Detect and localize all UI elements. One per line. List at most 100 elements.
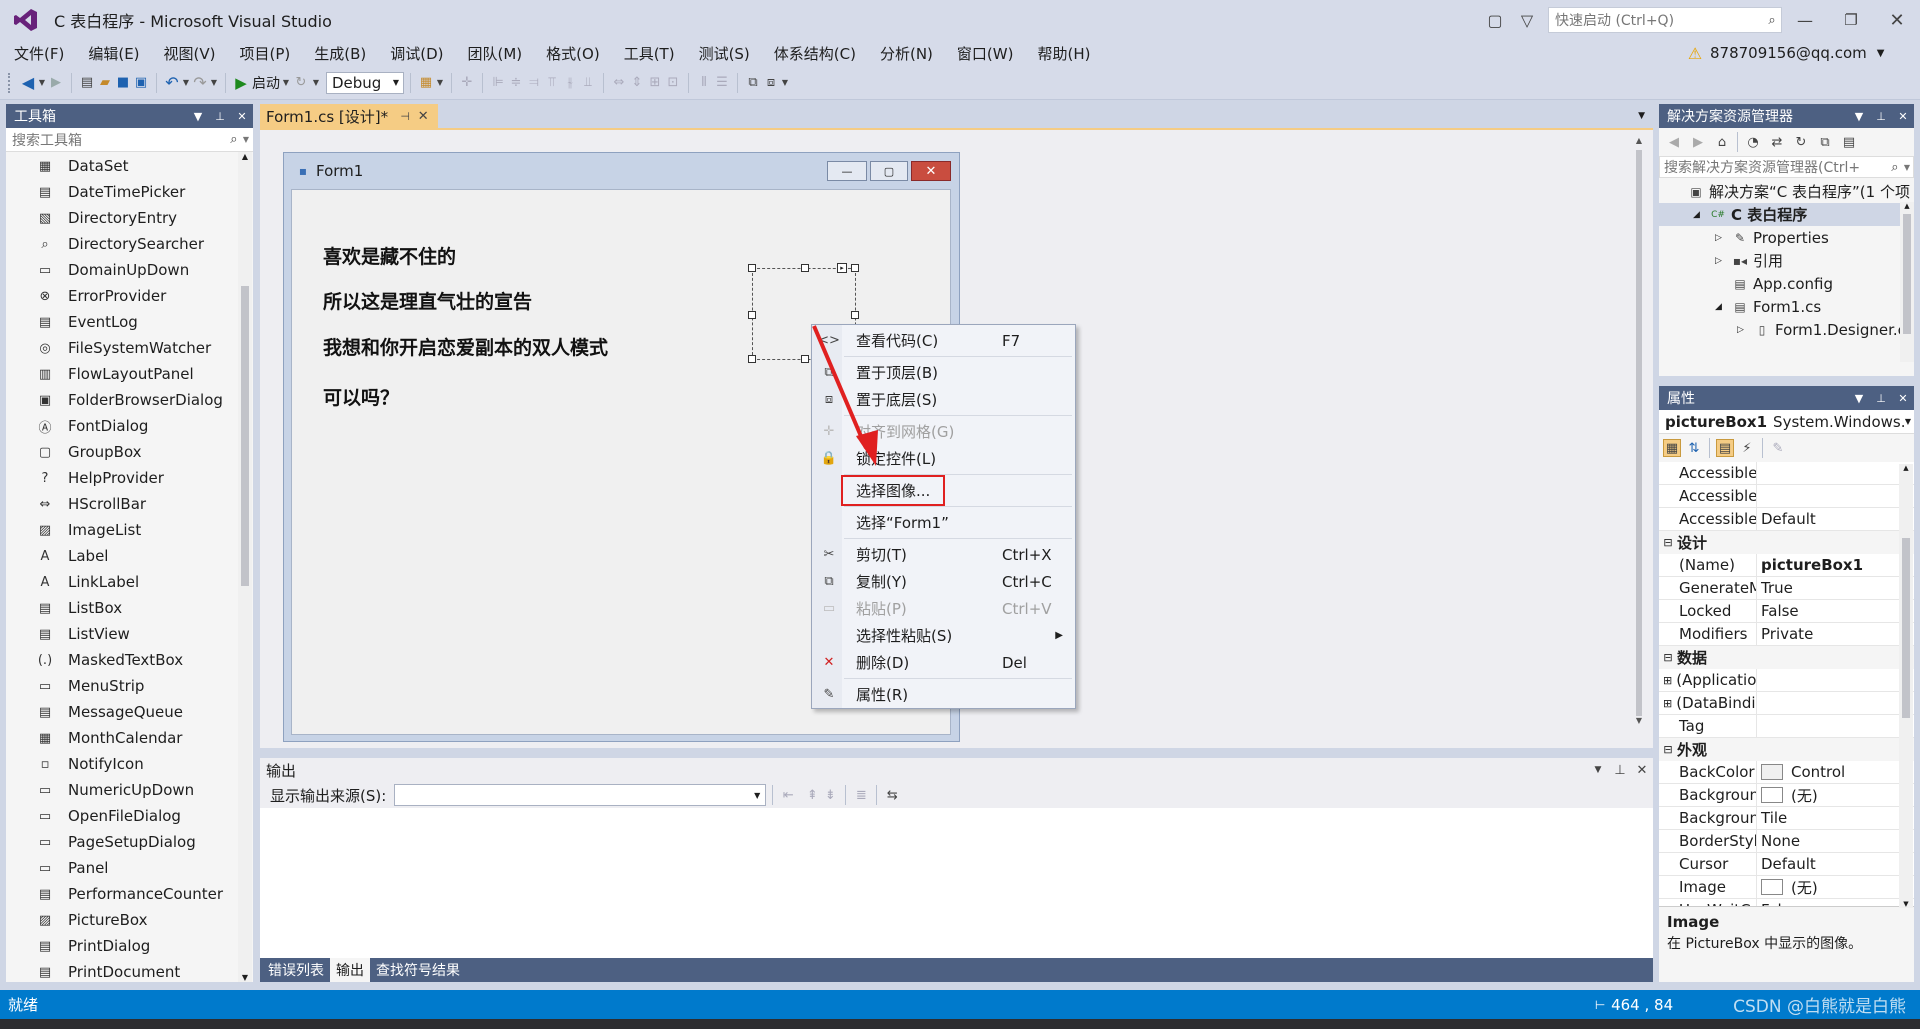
menu-item[interactable]: 格式(O): [534, 43, 612, 64]
tab-close-icon[interactable]: ✕: [414, 107, 432, 125]
tree-expander-icon[interactable]: ▷: [1737, 325, 1753, 335]
property-value[interactable]: Default: [1757, 508, 1914, 530]
smart-tag-icon[interactable]: ▸: [837, 263, 847, 273]
solution-explorer-search[interactable]: 搜索解决方案资源管理器(Ctrl+ ⌕ ▼: [1659, 156, 1914, 178]
scroll-up-icon[interactable]: ▲: [1900, 202, 1914, 214]
dropdown-icon[interactable]: ▼: [280, 74, 292, 92]
toolbox-item[interactable]: (.) MaskedTextBox: [6, 647, 253, 673]
home-icon[interactable]: ⌂: [1713, 133, 1731, 151]
resize-handle[interactable]: [748, 355, 756, 363]
scrollbar-thumb[interactable]: [1636, 150, 1642, 716]
resize-handle[interactable]: [801, 264, 809, 272]
property-row[interactable]: BackColor Control: [1659, 761, 1914, 784]
property-row[interactable]: ⊞ (DataBindings: [1659, 692, 1914, 715]
toolbox-item[interactable]: ▭ Panel: [6, 855, 253, 881]
menu-item[interactable]: 编辑(E): [76, 43, 151, 64]
label-line-2[interactable]: 所以这是理直气壮的宣告: [323, 287, 532, 314]
context-menu-item[interactable]: 选择性粘贴(S) ▶: [812, 622, 1075, 649]
forward-icon[interactable]: ▶: [47, 74, 65, 92]
save-all-icon[interactable]: ▣: [132, 74, 150, 92]
toolbox-item[interactable]: ⌕ DirectorySearcher: [6, 231, 253, 257]
property-row[interactable]: Tag: [1659, 715, 1914, 738]
collapse-all-icon[interactable]: ⧉: [1816, 133, 1834, 151]
property-row[interactable]: BackgroundIr (无): [1659, 784, 1914, 807]
scrollbar-thumb[interactable]: [1902, 538, 1910, 718]
toolbox-item[interactable]: ▨ ImageList: [6, 517, 253, 543]
property-category[interactable]: ⊟ 外观: [1659, 738, 1914, 761]
align-lefts-icon[interactable]: ⊫: [489, 74, 507, 92]
send-to-back-icon[interactable]: ⧈: [762, 74, 780, 92]
dropdown-icon[interactable]: ▼: [37, 74, 47, 92]
toolbox-item[interactable]: ▤ ListView: [6, 621, 253, 647]
property-value[interactable]: Default: [1757, 853, 1914, 875]
find-in-files-icon[interactable]: ▦: [417, 74, 435, 92]
feedback-filter-icon[interactable]: ▽: [1518, 11, 1536, 30]
open-file-icon[interactable]: ▰: [96, 74, 114, 92]
menu-item[interactable]: 窗口(W): [945, 43, 1026, 64]
toolbox-item[interactable]: ▤ ListBox: [6, 595, 253, 621]
find-message-icon[interactable]: ⇤: [779, 786, 797, 804]
toolbox-item[interactable]: ▭ PageSetupDialog: [6, 829, 253, 855]
restore-button[interactable]: ❐: [1828, 11, 1874, 29]
collapse-icon[interactable]: ⊟: [1659, 651, 1677, 664]
property-value[interactable]: True: [1757, 577, 1914, 599]
panel-close-icon[interactable]: ✕: [1892, 107, 1914, 125]
start-button[interactable]: 启动: [252, 73, 280, 93]
toolbox-search[interactable]: 搜索工具箱 ⌕ ▼: [6, 128, 253, 152]
panel-menu-icon[interactable]: ▼: [1848, 389, 1870, 407]
property-row[interactable]: BorderStyleNone: [1659, 830, 1914, 853]
properties-scrollbar[interactable]: ▲ ▼: [1899, 464, 1913, 908]
collapse-icon[interactable]: ⊟: [1659, 536, 1677, 549]
property-value[interactable]: Control: [1757, 761, 1914, 783]
align-tops-icon[interactable]: ⫪: [543, 74, 561, 92]
object-selector[interactable]: pictureBox1 System.Windows.I ▼: [1659, 410, 1914, 434]
properties-icon[interactable]: ▤: [1840, 133, 1858, 151]
toolbox-item[interactable]: ▫ NotifyIcon: [6, 751, 253, 777]
solution-tree-node[interactable]: ◢ C# C 表白程序: [1659, 203, 1914, 226]
toolbox-item[interactable]: ▢ GroupBox: [6, 439, 253, 465]
property-row[interactable]: Image (无): [1659, 876, 1914, 899]
resize-handle[interactable]: [748, 311, 756, 319]
toolbox-item[interactable]: ▥ FlowLayoutPanel: [6, 361, 253, 387]
dropdown-icon[interactable]: ▼: [209, 74, 219, 92]
tree-expander-icon[interactable]: ◢: [1715, 302, 1731, 312]
solution-tree-node[interactable]: ▤ App.config: [1659, 272, 1914, 295]
property-value[interactable]: pictureBox1: [1757, 554, 1914, 576]
resize-handle[interactable]: [748, 264, 756, 272]
toolbox-item[interactable]: ▤ PrintDialog: [6, 933, 253, 959]
events-icon[interactable]: ⚡: [1738, 439, 1756, 457]
alphabetical-icon[interactable]: ⇅: [1685, 439, 1703, 457]
context-menu-item[interactable]: 选择图像...: [812, 475, 1075, 506]
property-value[interactable]: [1757, 669, 1914, 691]
clear-all-icon[interactable]: ≣: [852, 786, 870, 804]
output-text-area[interactable]: [260, 808, 1653, 958]
panel-close-icon[interactable]: ✕: [231, 107, 253, 125]
toolbar-overflow-icon[interactable]: ▼: [435, 74, 445, 92]
property-category[interactable]: ⊟ 数据: [1659, 646, 1914, 669]
property-row[interactable]: ⊞ (ApplicationS: [1659, 669, 1914, 692]
label-line-1[interactable]: 喜欢是藏不住的: [323, 242, 456, 269]
toolbox-item[interactable]: ▨ PictureBox: [6, 907, 253, 933]
sync-icon[interactable]: ⇄: [1768, 133, 1786, 151]
align-centers-icon[interactable]: ≑: [507, 74, 525, 92]
property-value[interactable]: Private: [1757, 623, 1914, 645]
next-message-icon[interactable]: ⇟: [821, 786, 839, 804]
refresh-icon[interactable]: ↻: [1792, 133, 1810, 151]
menu-item[interactable]: 工具(T): [612, 43, 687, 64]
menu-item[interactable]: 视图(V): [152, 43, 228, 64]
toolbox-item[interactable]: ▭ NumericUpDown: [6, 777, 253, 803]
bottom-tab[interactable]: 查找符号结果: [370, 958, 466, 982]
panel-menu-icon[interactable]: ▼: [187, 107, 209, 125]
account-area[interactable]: ⚠ 878709156@qq.com ▼: [1686, 41, 1885, 65]
property-value[interactable]: False: [1757, 600, 1914, 622]
dropdown-icon[interactable]: ▼: [310, 74, 322, 92]
panel-close-icon[interactable]: ✕: [1631, 761, 1653, 779]
forward-icon[interactable]: ▶: [1689, 133, 1707, 151]
property-value[interactable]: [1757, 462, 1914, 484]
menu-item[interactable]: 测试(S): [687, 43, 762, 64]
context-menu-item[interactable]: ✕ 删除(D) Del: [812, 649, 1075, 676]
undo-icon[interactable]: ↶: [163, 73, 181, 92]
solution-tree-node[interactable]: ▷ ✎ Properties: [1659, 226, 1914, 249]
bring-to-front-icon[interactable]: ⧉: [744, 74, 762, 92]
property-row[interactable]: UseWaitCurs False: [1659, 899, 1914, 906]
